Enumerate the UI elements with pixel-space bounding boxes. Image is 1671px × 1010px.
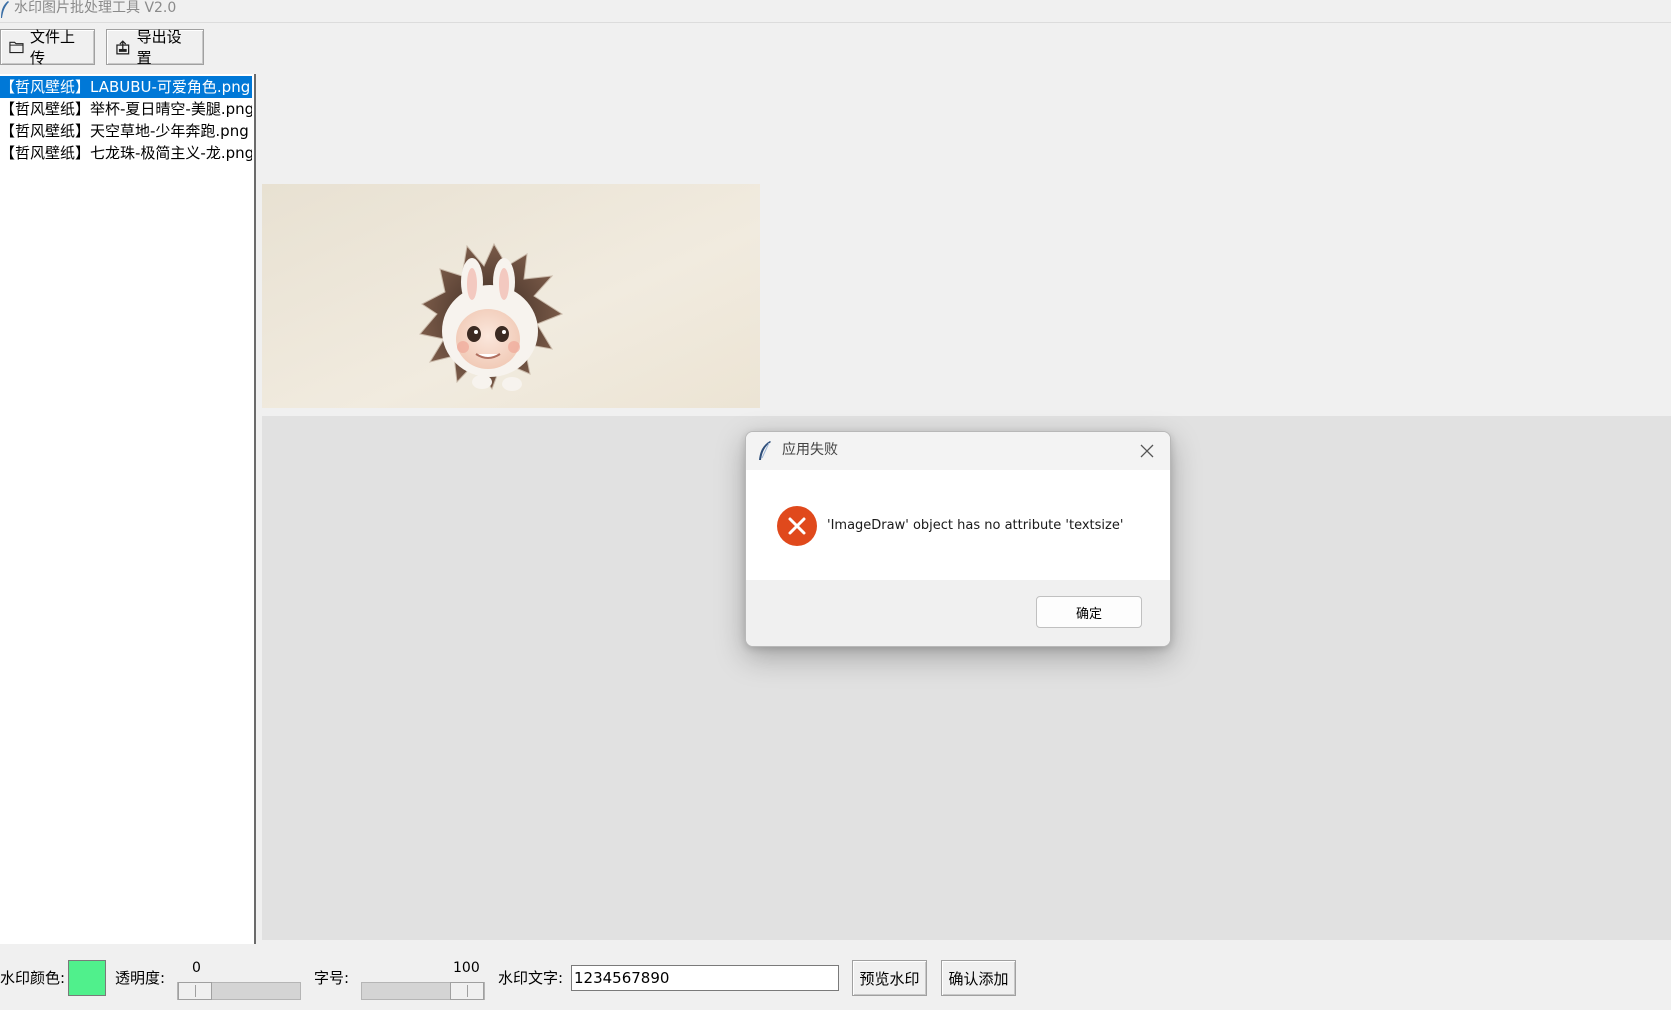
- dialog-title: 应用失败: [782, 442, 838, 458]
- file-list-item[interactable]: 【哲风壁纸】天空草地-少年奔跑.png: [0, 120, 252, 142]
- watermark-color-label: 水印颜色:: [0, 969, 66, 987]
- folder-icon: [9, 41, 24, 54]
- watermark-text-input[interactable]: 1234567890: [571, 965, 839, 991]
- font-size-label: 字号:: [314, 969, 350, 987]
- file-list-item-label: 【哲风壁纸】举杯-夏日晴空-美腿.png: [0, 100, 252, 118]
- window-title: 水印图片批处理工具 V2.0: [14, 0, 177, 16]
- error-dialog: 应用失败 'ImageDraw' object has no attribute…: [745, 431, 1171, 647]
- font-size-slider[interactable]: [361, 982, 485, 1000]
- opacity-label: 透明度:: [115, 969, 166, 987]
- preview-image: [262, 184, 760, 408]
- preview-watermark-button[interactable]: 预览水印: [852, 960, 927, 996]
- font-size-value: 100: [453, 960, 480, 976]
- file-listbox[interactable]: 【哲风壁纸】LABUBU-可爱角色.png 【哲风壁纸】举杯-夏日晴空-美腿.p…: [0, 74, 256, 944]
- upload-file-label: 文件上传: [29, 28, 75, 67]
- error-icon: [777, 506, 817, 546]
- file-list-item[interactable]: 【哲风壁纸】举杯-夏日晴空-美腿.png: [0, 98, 252, 120]
- file-list-item-label: 【哲风壁纸】天空草地-少年奔跑.png: [0, 122, 249, 140]
- close-icon[interactable]: [1140, 444, 1154, 458]
- confirm-add-button[interactable]: 确认添加: [941, 960, 1016, 996]
- dialog-feather-icon: [759, 441, 771, 460]
- opacity-slider[interactable]: [177, 982, 301, 1000]
- file-list-item[interactable]: 【哲风壁纸】七龙珠-极简主义-龙.png: [0, 142, 252, 164]
- app-feather-icon: [1, 1, 9, 18]
- file-list-item-label: 【哲风壁纸】七龙珠-极简主义-龙.png: [0, 144, 252, 162]
- window-titlebar: 水印图片批处理工具 V2.0: [0, 0, 1671, 23]
- opacity-slider-thumb[interactable]: [178, 982, 212, 1000]
- opacity-value: 0: [192, 960, 201, 976]
- upload-file-button[interactable]: 文件上传: [0, 28, 95, 67]
- dialog-body: 'ImageDraw' object has no attribute 'tex…: [746, 470, 1170, 580]
- file-list-item[interactable]: 【哲风壁纸】LABUBU-可爱角色.png: [0, 76, 252, 98]
- file-list-item-label: 【哲风壁纸】LABUBU-可爱角色.png: [0, 78, 251, 96]
- ok-button[interactable]: 确定: [1036, 596, 1142, 628]
- watermark-color-swatch[interactable]: [68, 960, 106, 996]
- dialog-footer: 确定: [746, 580, 1170, 646]
- export-settings-label: 导出设置: [136, 28, 182, 67]
- watermark-text-label: 水印文字:: [498, 969, 564, 987]
- error-message: 'ImageDraw' object has no attribute 'tex…: [827, 518, 1124, 533]
- export-icon: [116, 39, 130, 54]
- font-size-slider-thumb[interactable]: [450, 982, 484, 1000]
- export-settings-button[interactable]: 导出设置: [106, 28, 204, 67]
- dialog-titlebar: 应用失败: [746, 432, 1170, 470]
